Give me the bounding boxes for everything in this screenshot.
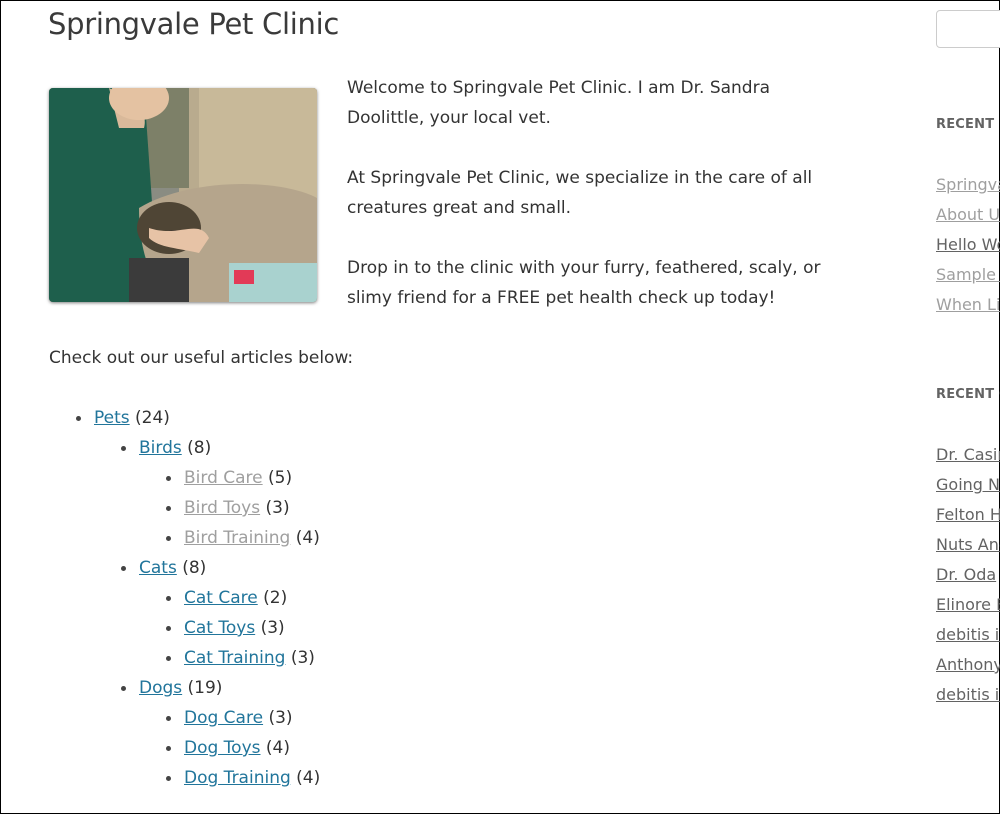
recent-post-link[interactable]: About Us — [936, 205, 1000, 224]
category-link-pets[interactable]: Pets — [94, 408, 130, 428]
category-link-cat-toys[interactable]: Cat Toys — [184, 618, 255, 638]
category-count: (4) — [265, 738, 290, 758]
intro-paragraph: Drop in to the clinic with your furry, f… — [347, 258, 821, 308]
recent-comments-title: RECENT C — [936, 387, 1000, 402]
recent-posts-title: RECENT P — [936, 117, 1000, 132]
category-item: Cat Training (3) — [139, 643, 320, 673]
intro-text: Welcome to Springvale Pet Clinic. I am D… — [347, 73, 837, 343]
list-item: Sample P — [936, 260, 1000, 290]
category-count: (4) — [295, 528, 320, 548]
intro-paragraph: Welcome to Springvale Pet Clinic. I am D… — [347, 78, 771, 128]
recent-comment-link[interactable]: Felton H — [936, 505, 1000, 524]
category-item: Bird Training (4) — [139, 523, 320, 553]
category-link-bird-care[interactable]: Bird Care — [184, 468, 263, 488]
category-count: (3) — [268, 708, 293, 728]
recent-comment-link[interactable]: debitis id — [936, 685, 1000, 704]
list-item: Felton H — [936, 500, 1000, 530]
list-item: Dr. Casin — [936, 440, 1000, 470]
list-item: Springva — [936, 170, 1000, 200]
category-item: Bird Toys (3) — [139, 493, 320, 523]
category-item: Cat Care (2) — [139, 583, 320, 613]
category-item: Dog Care (3) — [139, 703, 320, 733]
recent-comments-list: Dr. Casin Going Nu Felton H Nuts And Dr.… — [936, 440, 1000, 710]
list-item: Elinore E — [936, 590, 1000, 620]
category-item: Cats (8) Cat Care (2) Cat Toys (3) Cat T… — [94, 553, 320, 673]
recent-posts-list: Springva About Us Hello Wo Sample P When… — [936, 170, 1000, 320]
category-count: (3) — [265, 498, 290, 518]
list-item: Anthony — [936, 650, 1000, 680]
site-title[interactable]: Springvale Pet Clinic — [48, 7, 339, 41]
recent-comment-link[interactable]: Anthony — [936, 655, 1000, 674]
category-link-cats[interactable]: Cats — [139, 558, 177, 578]
category-item: Birds (8) Bird Care (5) Bird Toys (3) Bi… — [94, 433, 320, 553]
list-item: Nuts And — [936, 530, 1000, 560]
category-link-bird-training[interactable]: Bird Training — [184, 528, 290, 548]
category-item: Bird Care (5) — [139, 463, 320, 493]
category-item: Dogs (19) Dog Care (3) Dog Toys (4) Dog … — [94, 673, 320, 793]
recent-comment-link[interactable]: Nuts And — [936, 535, 1000, 554]
category-count: (4) — [296, 768, 321, 788]
recent-post-link[interactable]: When Lif — [936, 295, 1000, 314]
list-item: debitis id — [936, 680, 1000, 710]
category-count: (8) — [187, 438, 212, 458]
category-count: (5) — [268, 468, 293, 488]
list-item: When Lif — [936, 290, 1000, 320]
recent-comment-link[interactable]: Dr. Casin — [936, 445, 1000, 464]
recent-comment-link[interactable]: Dr. Oda — [936, 565, 996, 584]
category-link-dog-training[interactable]: Dog Training — [184, 768, 291, 788]
category-link-cat-training[interactable]: Cat Training — [184, 648, 285, 668]
recent-comment-link[interactable]: Going Nu — [936, 475, 1000, 494]
list-item: Dr. Oda — [936, 560, 1000, 590]
category-tree: Pets (24) Birds (8) Bird Care (5) Bird T… — [49, 403, 320, 793]
recent-comment-link[interactable]: Elinore E — [936, 595, 1000, 614]
category-link-cat-care[interactable]: Cat Care — [184, 588, 258, 608]
category-link-birds[interactable]: Birds — [139, 438, 182, 458]
category-link-dogs[interactable]: Dogs — [139, 678, 182, 698]
list-item: Going Nu — [936, 470, 1000, 500]
category-count: (24) — [135, 408, 170, 428]
category-count: (3) — [260, 618, 285, 638]
category-item: Pets (24) Birds (8) Bird Care (5) Bird T… — [49, 403, 320, 793]
recent-post-link[interactable]: Sample P — [936, 265, 1000, 284]
category-count: (19) — [187, 678, 223, 698]
recent-post-link[interactable]: Hello Wo — [936, 235, 1000, 254]
search-input[interactable] — [936, 10, 1000, 48]
category-link-bird-toys[interactable]: Bird Toys — [184, 498, 260, 518]
category-link-dog-care[interactable]: Dog Care — [184, 708, 263, 728]
recent-comment-link[interactable]: debitis id — [936, 625, 1000, 644]
category-count: (8) — [182, 558, 207, 578]
vet-dog-image — [49, 88, 317, 302]
list-item: Hello Wo — [936, 230, 1000, 260]
category-item: Dog Training (4) — [139, 763, 320, 793]
intro-paragraph: At Springvale Pet Clinic, we specialize … — [347, 168, 813, 218]
recent-post-link[interactable]: Springva — [936, 175, 1000, 194]
clinic-photo — [49, 88, 317, 302]
category-count: (2) — [263, 588, 288, 608]
list-item: About Us — [936, 200, 1000, 230]
list-item: debitis id — [936, 620, 1000, 650]
category-link-dog-toys[interactable]: Dog Toys — [184, 738, 261, 758]
articles-label: Check out our useful articles below: — [49, 348, 354, 368]
category-count: (3) — [290, 648, 315, 668]
category-item: Cat Toys (3) — [139, 613, 320, 643]
category-item: Dog Toys (4) — [139, 733, 320, 763]
